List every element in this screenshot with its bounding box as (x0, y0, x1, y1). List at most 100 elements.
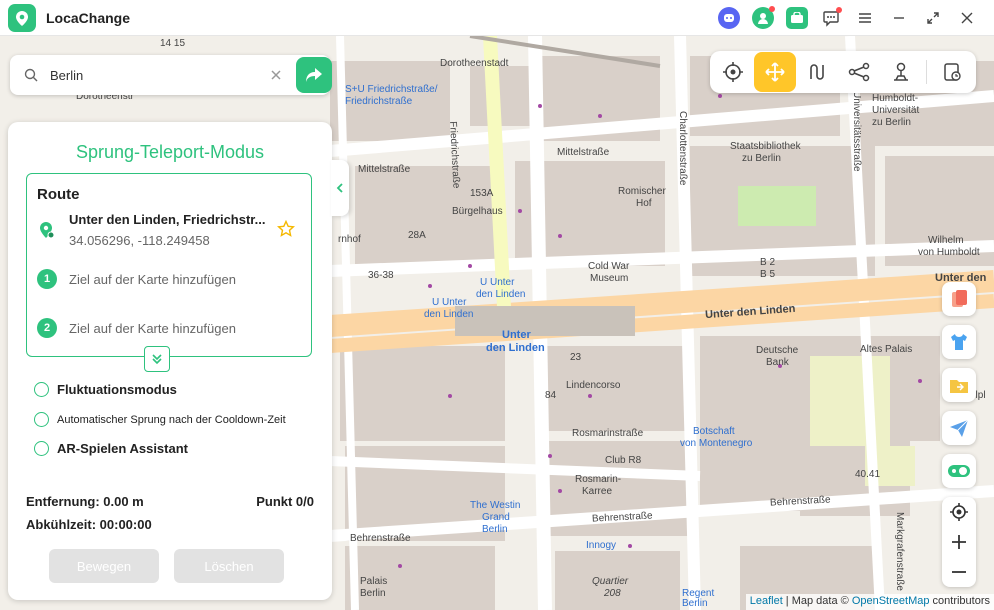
folder-icon (950, 380, 968, 393)
map-label: Charlottenstraße (677, 111, 688, 186)
map-label: Staatsbibliothek (730, 141, 801, 152)
map-label: von Humboldt (918, 247, 980, 258)
import-gpx-button[interactable] (942, 368, 976, 402)
route-start-name: Unter den Linden, Friedrichstr... (69, 212, 266, 227)
fullscreen-icon[interactable] (922, 7, 944, 29)
map-label: Markgrafenstraße (894, 512, 905, 591)
send-location-button[interactable] (942, 411, 976, 445)
leaflet-link[interactable]: Leaflet (750, 595, 783, 607)
app-logo-icon (8, 3, 36, 32)
favorite-star-icon[interactable] (277, 220, 295, 238)
locate-me-button[interactable] (942, 497, 976, 527)
map-label: Bank (766, 357, 789, 368)
feedback-icon[interactable] (820, 7, 842, 29)
map-label: Berlin (360, 588, 386, 599)
search-go-button[interactable] (296, 57, 332, 93)
fluctuation-radio[interactable] (34, 382, 49, 397)
clear-icon[interactable] (268, 67, 284, 83)
search-input[interactable] (50, 67, 260, 83)
crosshair-icon (723, 62, 743, 82)
map-label: U Unter (432, 297, 467, 308)
map-label: von Montenegro (680, 438, 753, 449)
ar-assistant-radio[interactable] (34, 441, 49, 456)
toolbar-divider (926, 60, 927, 84)
move-button[interactable]: Bewegen (49, 549, 159, 583)
joystick-mode-button[interactable] (880, 52, 922, 92)
jump-teleport-mode-button[interactable] (754, 52, 796, 92)
search-icon (24, 68, 38, 82)
waypoint-row[interactable]: 2 Ziel auf der Karte hinzufügen (37, 318, 297, 338)
history-button[interactable] (931, 52, 973, 92)
map-label: Rosmarin- (575, 474, 622, 485)
osm-link[interactable]: OpenStreetMap (852, 595, 930, 607)
map-label: zu Berlin (742, 153, 781, 164)
map-label: S+U Friedrichstraße/ (345, 84, 438, 95)
map-label: den Linden (476, 289, 526, 300)
collapse-panel-button[interactable] (331, 160, 349, 216)
map-label: Universität (872, 105, 920, 116)
shirt-icon (951, 334, 967, 350)
distance-stat: Entfernung: 0.00 m (26, 494, 144, 509)
map-label: Friedrichstraße (345, 96, 413, 107)
plus-icon (952, 535, 966, 549)
paper-plane-icon (950, 419, 969, 437)
zoom-in-button[interactable] (942, 527, 976, 557)
delete-button[interactable]: Löschen (174, 549, 284, 583)
ar-assistant-option[interactable]: AR-Spielen Assistant (34, 441, 188, 456)
route-start-coords: 34.056296, -118.249458 (69, 233, 210, 248)
location-pin-icon (40, 222, 55, 239)
fluctuation-label: Fluktuationsmodus (57, 382, 177, 397)
double-chevron-down-icon (152, 354, 162, 365)
map-label: Cold War (588, 261, 630, 272)
multi-spot-mode-button[interactable] (838, 52, 880, 92)
minus-icon (952, 571, 966, 573)
shop-icon[interactable] (786, 7, 808, 29)
auto-jump-label: Automatischer Sprung nach der Cooldown-Z… (57, 413, 286, 426)
waypoint-number: 2 (37, 318, 57, 338)
map-label: B 2 (760, 257, 776, 268)
map-label: Universitätsstraße (851, 91, 862, 172)
panel-title: Sprung-Teleport-Modus (75, 142, 265, 162)
map-label: 40.41 (855, 469, 881, 480)
zoom-out-button[interactable] (942, 557, 976, 587)
auto-jump-radio[interactable] (34, 412, 49, 427)
title-bar: LocaChange (0, 0, 994, 36)
toggle-icon (948, 465, 970, 477)
map-label: 23 (570, 352, 582, 363)
minimize-icon[interactable] (888, 7, 910, 29)
attribution-contrib: contributors (929, 595, 990, 607)
fluctuation-option[interactable]: Fluktuationsmodus (34, 382, 177, 397)
close-icon[interactable] (956, 7, 978, 29)
map-label: Altes Palais (860, 344, 913, 355)
chevron-left-icon (336, 183, 343, 193)
waypoint-label: Ziel auf der Karte hinzufügen (69, 320, 236, 336)
toggle-switch-button[interactable] (942, 454, 976, 488)
nodes-icon (848, 62, 870, 82)
waypoint-row[interactable]: 1 Ziel auf der Karte hinzufügen (37, 269, 297, 289)
map-label: Humboldt- (872, 93, 919, 104)
expand-route-button[interactable] (144, 346, 170, 372)
current-location-mode-button[interactable] (712, 52, 754, 92)
joystick-icon (894, 62, 908, 81)
cooldown-stat: Abkühlzeit: 00:00:00 (26, 517, 152, 532)
map-label: The Westin (470, 500, 521, 511)
menu-icon[interactable] (854, 7, 876, 29)
mode-toolbar (710, 51, 976, 93)
map-label: Palais (360, 576, 388, 587)
discord-icon[interactable] (718, 7, 740, 29)
history-icon (944, 63, 961, 81)
attribution-text: | Map data © (782, 595, 852, 607)
virtual-outfit-button[interactable] (942, 325, 976, 359)
map-label: Romischer (618, 186, 666, 197)
two-spot-mode-button[interactable] (796, 52, 838, 92)
auto-jump-option[interactable]: Automatischer Sprung nach der Cooldown-Z… (34, 412, 286, 427)
route-header: Route (37, 186, 80, 203)
map-label: Lindencorso (566, 380, 621, 391)
map-label: Rosmarinstraße (572, 428, 644, 439)
pokemon-go-button[interactable] (942, 282, 976, 316)
map-label: Deutsche (756, 345, 799, 356)
zoom-controls (942, 497, 976, 587)
map-label: rnhof (338, 234, 361, 245)
map-label: Quartier (592, 576, 629, 587)
account-icon[interactable] (752, 6, 775, 29)
